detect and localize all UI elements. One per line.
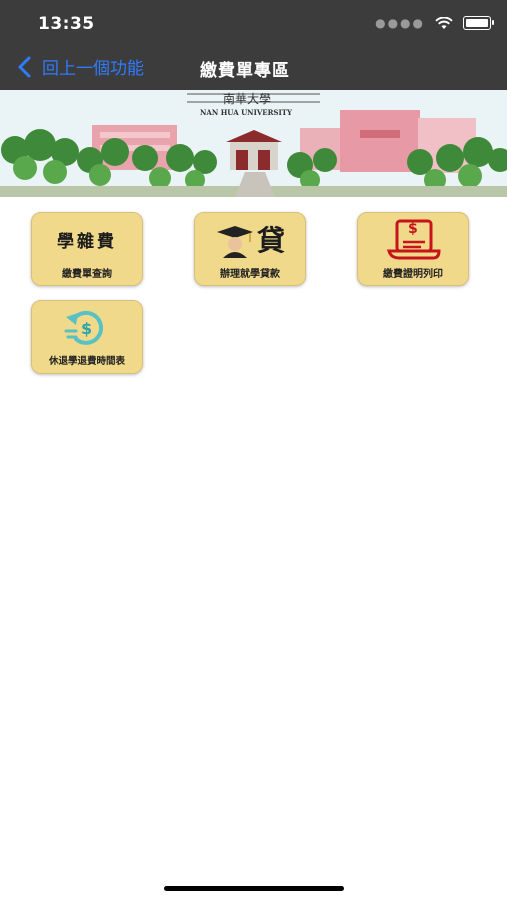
loan-character: 貸 [256, 224, 285, 257]
dollar-sign: $ [408, 221, 418, 237]
dollar-sign: $ [81, 319, 93, 338]
signal-icon: ●●●● [375, 16, 425, 30]
status-icons: ●●●● [375, 16, 494, 30]
banner-cn-name: 南華大學 [222, 92, 271, 106]
chevron-left-icon [18, 56, 31, 77]
tuition-icon-text: 學雜費 [57, 231, 117, 252]
home-indicator [164, 886, 344, 891]
back-label: 回上一個功能 [42, 59, 144, 79]
university-banner: 南華大學 NAN HUA UNIVERSITY [0, 90, 507, 197]
receipt-print-icon: $ [358, 217, 468, 261]
top-bar: 13:35 ●●●● 回上一個功能 繳費單專區 [0, 0, 507, 90]
wifi-icon [435, 16, 453, 29]
student-loan-tile[interactable]: 貸 辦理就學貸款 [194, 212, 306, 286]
back-button[interactable]: 回上一個功能 [14, 54, 144, 79]
status-time: 13:35 [38, 14, 95, 34]
tile-label: 繳費單查詢 [62, 269, 112, 280]
refund-icon: $ [32, 305, 142, 349]
tile-label: 繳費證明列印 [383, 269, 443, 280]
tile-label: 休退學退費時間表 [48, 356, 125, 367]
tuition-icon: 學雜費 [32, 217, 142, 261]
page-title: 繳費單專區 [200, 61, 290, 81]
tile-label: 辦理就學貸款 [220, 269, 280, 280]
payment-proof-print-tile[interactable]: $ 繳費證明列印 [357, 212, 469, 286]
graduate-cap-icon [216, 226, 253, 258]
refund-schedule-tile[interactable]: $ 休退學退費時間表 [31, 300, 143, 374]
navigation-bar: 回上一個功能 繳費單專區 [0, 46, 507, 90]
banner-en-name: NAN HUA UNIVERSITY [200, 108, 292, 117]
battery-icon [463, 16, 494, 30]
tuition-bill-query-tile[interactable]: 學雜費 繳費單查詢 [31, 212, 143, 286]
student-loan-icon: 貸 [195, 217, 305, 261]
